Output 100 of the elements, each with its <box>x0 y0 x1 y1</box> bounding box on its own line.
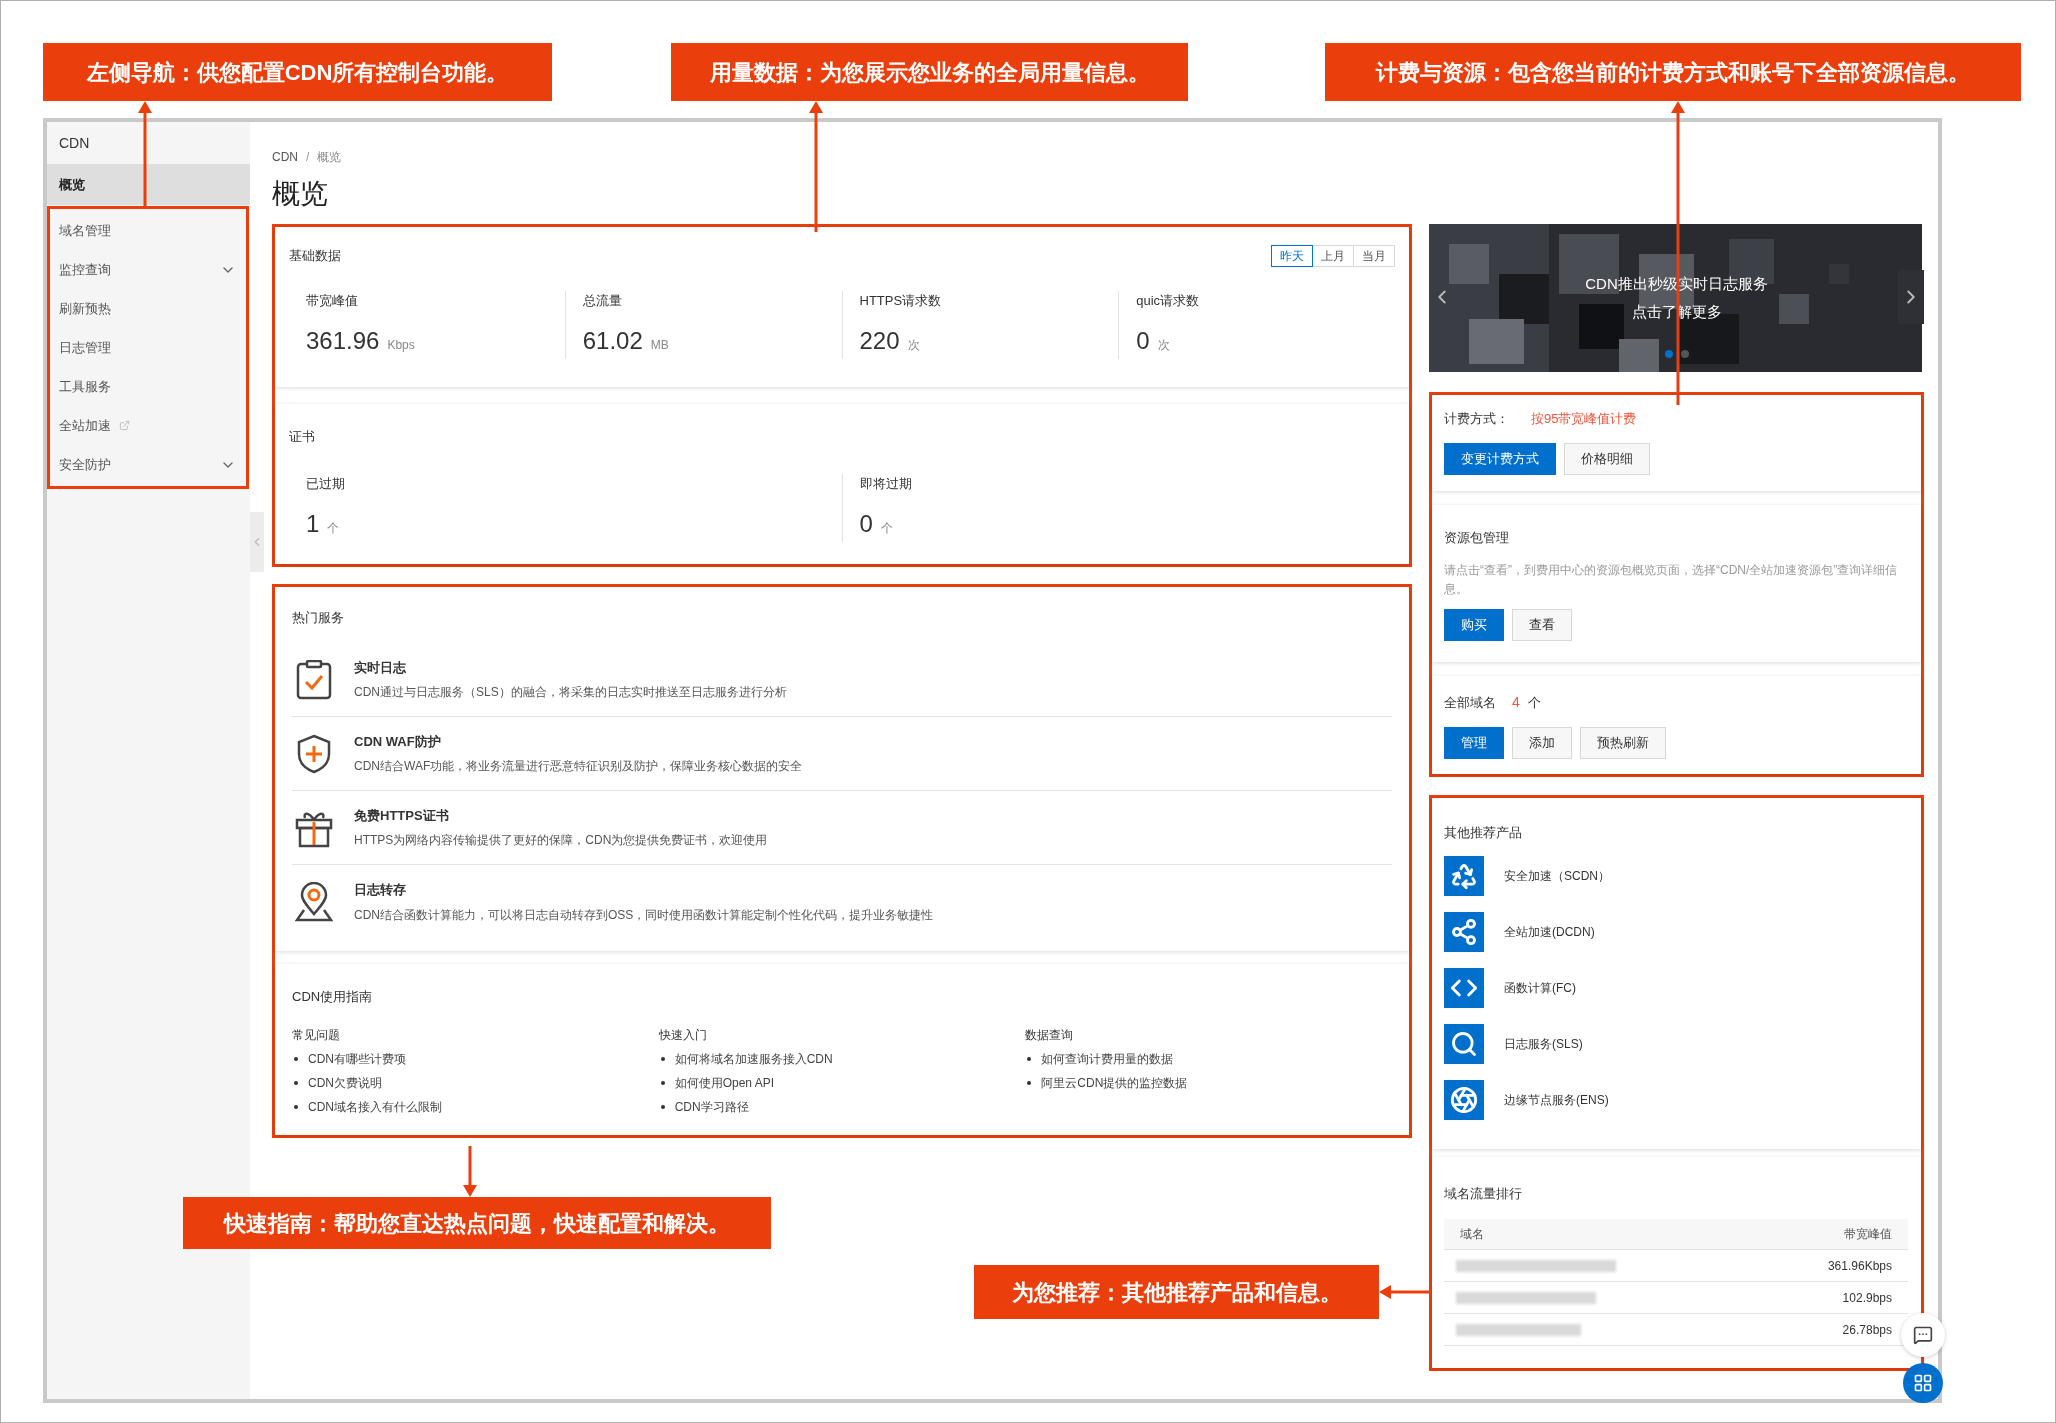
breadcrumb-separator: / <box>306 149 310 166</box>
bullet-icon <box>1027 1057 1032 1061</box>
column-header: 域名 <box>1460 1226 1484 1243</box>
card-title: 资源包管理 <box>1444 530 1509 545</box>
metric-unit: MB <box>650 336 669 354</box>
primary-button[interactable]: 购买 <box>1444 609 1504 641</box>
recycle-icon <box>1444 856 1484 896</box>
nav-item[interactable]: 概览 <box>47 164 250 205</box>
product-link[interactable]: 安全加速（SCDN） <box>1504 867 1610 885</box>
nav-item[interactable]: 工具服务 <box>50 367 246 406</box>
secondary-button[interactable]: 查看 <box>1512 609 1572 641</box>
product-link[interactable]: 全站加速(DCDN) <box>1504 923 1595 941</box>
table-cell-text: 361.96Kbps <box>1827 1257 1892 1275</box>
product-link[interactable]: 边缘节点服务(ENS) <box>1504 1091 1609 1109</box>
secondary-button[interactable]: 预热刷新 <box>1580 727 1666 759</box>
shield-plus-icon <box>296 733 332 774</box>
secondary-button[interactable]: 价格明细 <box>1564 442 1650 475</box>
guide-link[interactable]: CDN学习路径 <box>674 1098 749 1116</box>
metric-label: 总流量 <box>582 292 622 311</box>
page-title: 概览 <box>272 177 328 211</box>
guide-heading: 常见问题 <box>292 1027 340 1044</box>
metric-label: quic请求数 <box>1136 292 1200 311</box>
service-title[interactable]: CDN WAF防护 <box>354 731 803 752</box>
package-description: 请点击“查看”，到费用中心的资源包概览页面，选择“CDN/全站加速资源包”查询详细信息。 <box>1444 562 1899 598</box>
primary-button[interactable]: 变更计费方式 <box>1444 442 1556 475</box>
service-title[interactable]: 日志转存 <box>354 880 934 900</box>
share-nodes-icon <box>1444 912 1484 952</box>
banner-text: CDN推出秒级实时日志服务 <box>1585 273 1768 294</box>
bullet-icon <box>294 1081 298 1085</box>
code-icon <box>1444 968 1484 1008</box>
guide-heading: 快速入门 <box>658 1027 707 1044</box>
guide-link[interactable]: CDN欠费说明 <box>308 1074 382 1092</box>
table-cell-text: 102.9bps <box>1842 1289 1892 1307</box>
sidebar-title: CDN <box>59 133 90 153</box>
service-description: CDN结合WAF功能，将业务流量进行恶意特征识别及防护，保障业务核心数据的安全 <box>354 758 803 776</box>
metric-unit: 个 <box>880 519 893 537</box>
guide-link[interactable]: 如何使用Open API <box>674 1074 775 1092</box>
grid-icon <box>1913 1373 1933 1393</box>
secondary-button[interactable]: 添加 <box>1512 727 1572 759</box>
callout-label: 计费与资源：包含您当前的计费方式和账号下全部资源信息。 <box>1325 43 2021 101</box>
card-title: CDN使用指南 <box>292 989 373 1004</box>
billing-method: 按95带宽峰值计费 <box>1531 410 1637 428</box>
breadcrumb-current: 概览 <box>317 149 342 166</box>
service-description: CDN通过与日志服务（SLS）的融合，将采集的日志实时推送至日志服务进行分析 <box>354 684 787 702</box>
card-title: 热门服务 <box>292 610 344 625</box>
metric-label: HTTPS请求数 <box>859 292 942 311</box>
period-tab[interactable]: 当月 <box>1353 245 1395 267</box>
guide-link[interactable]: CDN有哪些计费项 <box>308 1050 406 1068</box>
column-header: 带宽峰值 <box>1844 1226 1892 1243</box>
nav-item[interactable]: 监控查询 <box>50 250 246 289</box>
service-description: CDN结合函数计算能力，可以将日志自动转存到OSS，同时使用函数计算能定制个性化代码，提升业务敏捷性 <box>354 906 934 924</box>
guide-link[interactable]: CDN域名接入有什么限制 <box>308 1098 442 1116</box>
guide-link[interactable]: 如何查询计费用量的数据 <box>1041 1050 1174 1068</box>
clipboard-check-icon <box>296 659 332 700</box>
primary-button[interactable]: 管理 <box>1444 727 1504 759</box>
product-link[interactable]: 函数计算(FC) <box>1504 979 1576 997</box>
metric-value: 361.96 <box>306 325 380 356</box>
nav-item[interactable]: 安全防护 <box>50 445 246 484</box>
metric-label: 带宽峰值 <box>306 292 358 311</box>
map-pin-icon <box>295 882 333 922</box>
metric-value: 0 <box>859 508 873 539</box>
next-slide-button[interactable] <box>1898 270 1924 324</box>
nav-item[interactable]: 刷新预热 <box>50 289 246 328</box>
period-tab[interactable]: 上月 <box>1312 245 1354 267</box>
aperture-icon <box>1444 1080 1484 1120</box>
breadcrumb-link[interactable]: CDN <box>272 148 298 166</box>
metric-label: 已过期 <box>306 475 345 494</box>
metric-label: 即将过期 <box>859 475 912 494</box>
metric-value: 0 <box>1136 325 1150 356</box>
domains-label: 全部域名 <box>1444 693 1496 712</box>
nav-item[interactable]: 全站加速 <box>50 406 246 445</box>
card-title: 域名流量排行 <box>1444 1186 1522 1201</box>
bullet-icon <box>294 1057 298 1061</box>
arrow <box>463 1146 477 1197</box>
metric-value: 61.02 <box>582 325 643 356</box>
bullet-icon <box>1027 1081 1032 1085</box>
metric-unit: 次 <box>907 336 920 354</box>
product-link[interactable]: 日志服务(SLS) <box>1504 1035 1583 1053</box>
metric-unit: Kbps <box>387 336 415 354</box>
callout-label: 左侧导航：供您配置CDN所有控制台功能。 <box>43 43 552 101</box>
service-title[interactable]: 免费HTTPS证书 <box>354 805 768 826</box>
nav-item[interactable]: 域名管理 <box>50 211 246 250</box>
metric-value: 220 <box>859 325 900 356</box>
chat-icon <box>1913 1325 1933 1345</box>
bullet-icon <box>660 1081 665 1085</box>
callout-label: 用量数据：为您展示您业务的全局用量信息。 <box>671 43 1188 101</box>
bullet-icon <box>660 1105 665 1109</box>
metric-unit: 次 <box>1157 336 1170 354</box>
external-link-icon <box>119 420 130 431</box>
bullet-icon <box>660 1057 665 1061</box>
billing-label: 计费方式： <box>1444 410 1509 428</box>
callout-label: 快速指南：帮助您直达热点问题，快速配置和解决。 <box>183 1197 771 1249</box>
card-title: 其他推荐产品 <box>1444 825 1522 840</box>
nav-item[interactable]: 日志管理 <box>50 328 246 367</box>
guide-link[interactable]: 阿里云CDN提供的监控数据 <box>1041 1074 1188 1092</box>
service-title[interactable]: 实时日志 <box>354 657 787 678</box>
guide-link[interactable]: 如何将域名加速服务接入CDN <box>674 1050 833 1068</box>
card-title: 证书 <box>289 429 315 444</box>
period-tab[interactable]: 昨天 <box>1271 245 1313 267</box>
metric-value: 1 <box>306 508 320 539</box>
